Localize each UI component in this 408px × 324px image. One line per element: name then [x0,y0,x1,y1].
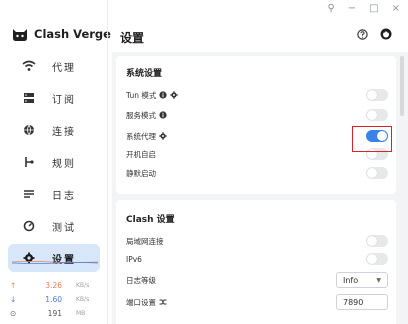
select-value: Info [343,275,359,285]
tun-mode-toggle[interactable] [366,89,388,101]
upload-speed: ↑ 3.26 KB/s [10,278,102,292]
memory-unit: MB [76,309,86,317]
pin-button[interactable]: ⚲ [327,4,334,14]
setting-row-auto-launch: 开机自启 [126,145,388,163]
section-title: 系统设置 [126,69,163,79]
setting-row-tun: Tun 模式 [126,86,388,104]
sidebar-item-label: 订阅 [52,94,76,106]
memory-value: 191 [47,308,62,318]
brand-name: Clash Verge [34,27,111,41]
setting-label: 系统代理 [126,131,156,141]
setting-row-log-level: 日志等级 Info ▼ [126,271,388,289]
setting-label: Tun 模式 [126,90,157,100]
sidebar-item-connections[interactable]: 连接 [8,116,100,144]
maximize-button[interactable]: □ [369,4,378,14]
setting-label: IPv6 [126,254,142,264]
sidebar-item-label: 代理 [52,62,76,74]
scrollbar[interactable] [400,56,404,116]
brand: Clash Verge [12,26,111,42]
caret-down-icon: ▼ [376,276,381,284]
sidebar-item-label: 连接 [52,126,76,138]
traffic-stats: ↑ 3.26 KB/s ↓ 1.60 KB/s ⊙ 191 MB [10,278,102,320]
sidebar-divider [8,250,100,251]
rules-icon [22,155,36,169]
setting-label: 开机自启 [126,149,156,159]
setting-row-service: 服务模式 [126,106,388,124]
setting-label: 静默启动 [126,168,156,178]
download-speed: ↓ 1.60 KB/s [10,292,102,306]
ipv6-toggle[interactable] [366,253,388,265]
memory-icon: ⊙ [10,308,17,318]
sidebar-nav: 代理 订阅 连接 规则 日志 测试 设置 [8,52,100,276]
window-controls: ⚲ − □ × [327,4,400,14]
memory-usage: ⊙ 191 MB [10,306,102,320]
globe-icon [22,123,36,137]
logs-icon [22,187,36,201]
settings-gear-icon[interactable] [159,132,167,140]
section-title: Clash 设置 [126,215,175,225]
page-title: 设置 [120,31,145,45]
arrow-up-icon: ↑ [10,280,17,290]
download-value: 1.60 [45,294,62,304]
setting-row-allow-lan: 局域网连接 [126,232,388,250]
profiles-icon [22,91,36,105]
setting-row-silent-start: 静默启动 [126,164,388,182]
sidebar: Clash Verge 代理 订阅 连接 规则 日志 测试 设置 ↑ 3.26 … [0,0,111,324]
close-button[interactable]: × [392,4,400,14]
test-icon [22,219,36,233]
sidebar-item-label: 规则 [52,158,76,170]
setting-row-system-proxy: 系统代理 [126,127,388,145]
sidebar-item-test[interactable]: 测试 [8,212,100,240]
sidebar-item-label: 日志 [52,190,76,202]
settings-content[interactable]: 系统设置 Tun 模式 服务模式 系统代理 开机自启 静默启动 Clash 设置… [112,52,408,324]
sidebar-item-rules[interactable]: 规则 [8,148,100,176]
allow-lan-toggle[interactable] [366,235,388,247]
sidebar-item-logs[interactable]: 日志 [8,180,100,208]
highlight-box [352,126,392,152]
info-icon[interactable] [159,91,167,99]
port-input[interactable]: 7890 [336,294,388,310]
log-level-select[interactable]: Info ▼ [336,272,388,288]
header-actions [357,28,392,40]
upload-value: 3.26 [45,280,62,290]
settings-gear-icon[interactable] [170,91,179,99]
sidebar-separator [107,0,108,324]
setting-label: 局域网连接 [126,236,164,246]
help-icon[interactable] [357,28,368,40]
setting-label: 日志等级 [126,275,156,285]
setting-row-port: 端口设置 7890 [126,293,388,311]
wifi-icon [22,59,36,73]
download-unit: KB/s [76,295,90,303]
cat-logo-icon [13,29,27,41]
github-icon[interactable] [380,28,392,40]
service-mode-toggle[interactable] [366,109,388,121]
clash-settings-card: Clash 设置 局域网连接 IPv6 日志等级 Info ▼ 端口设置 789… [116,200,396,324]
arrow-down-icon: ↓ [10,294,17,304]
setting-label: 端口设置 [126,297,156,307]
setting-row-ipv6: IPv6 [126,250,388,268]
setting-label: 服务模式 [126,110,156,120]
minimize-button[interactable]: − [348,4,356,14]
upload-unit: KB/s [76,281,90,289]
traffic-graph [12,261,98,264]
sidebar-item-label: 测试 [52,222,76,234]
sidebar-item-profiles[interactable]: 订阅 [8,84,100,112]
silent-start-toggle[interactable] [366,167,388,179]
sidebar-item-proxy[interactable]: 代理 [8,52,100,80]
info-icon[interactable] [159,111,167,119]
system-settings-card: 系统设置 Tun 模式 服务模式 系统代理 开机自启 静默启动 [116,56,396,194]
shuffle-icon[interactable] [159,298,167,306]
